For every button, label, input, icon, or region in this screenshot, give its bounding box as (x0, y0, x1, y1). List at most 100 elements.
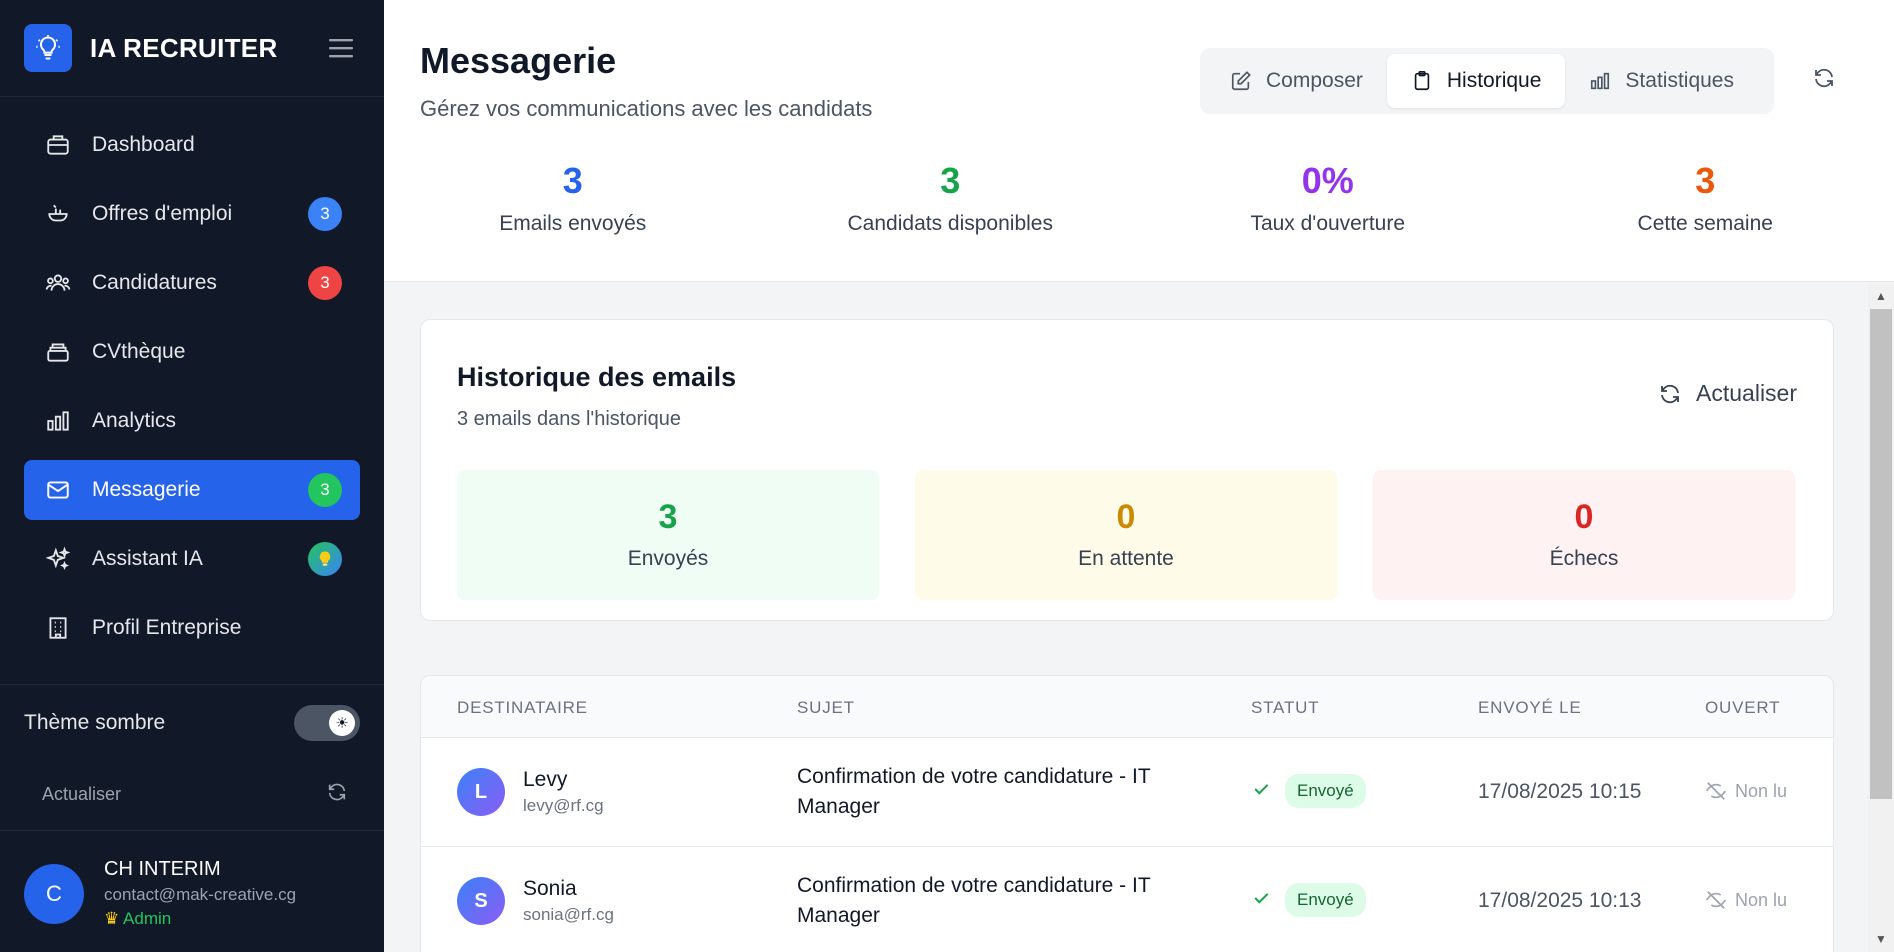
check-icon (1251, 779, 1271, 804)
theme-toggle-row: Thème sombre ☀ (24, 700, 360, 746)
tab-label: Statistiques (1625, 69, 1734, 92)
crown-icon: ♛ (104, 909, 120, 928)
theme-label: Thème sombre (24, 711, 166, 734)
sidebar-item-assistant-ia[interactable]: Assistant IA (24, 529, 360, 589)
email-history-table: DESTINATAIRE SUJET STATUT ENVOYÉ LE OUVE… (420, 675, 1834, 952)
sidebar-item-profil-entreprise[interactable]: Profil Entreprise (24, 598, 360, 658)
sidebar-item-label: Candidatures (92, 271, 217, 294)
stat-label: Candidats disponibles (847, 212, 1053, 235)
column-header: SUJET (797, 698, 855, 717)
sidebar-item-analytics[interactable]: Analytics (24, 391, 360, 451)
opened-status: Non lu (1705, 780, 1787, 802)
tab-historique[interactable]: Historique (1386, 54, 1566, 108)
user-role: ♛ Admin (104, 909, 296, 929)
pan-icon (44, 200, 72, 228)
recipient: Sonia sonia@rf.cg (523, 877, 614, 925)
card-subtitle: 3 emails dans l'historique (457, 408, 681, 430)
recipient: Levy levy@rf.cg (523, 768, 604, 816)
tab-statistiques[interactable]: Statistiques (1565, 54, 1758, 108)
sidebar-item-offres[interactable]: Offres d'emploi 3 (24, 184, 360, 244)
content-scrollbar[interactable]: ▲ ▼ (1868, 283, 1894, 952)
bar-chart-icon (44, 407, 72, 435)
sidebar-nav: Dashboard Offres d'emploi 3 Candidatures… (0, 97, 384, 658)
sidebar-item-label: Dashboard (92, 133, 195, 156)
column-header: OUVERT (1705, 698, 1781, 717)
refresh-icon (1658, 382, 1682, 406)
page-subtitle: Gérez vos communications avec les candid… (420, 96, 873, 121)
tab-composer[interactable]: Composer (1206, 54, 1387, 108)
count-badge: 3 (308, 473, 342, 507)
history-summary-card: Historique des emails 3 emails dans l'hi… (420, 319, 1834, 621)
sidebar: IA RECRUITER Dashboard Offres d'emploi 3… (0, 0, 384, 952)
user-profile[interactable]: C CH INTERIM contact@mak-creative.cg ♛ A… (24, 858, 360, 929)
table-row[interactable]: L Levy levy@rf.cg Confirmation de votre … (421, 738, 1833, 847)
stat-value: 0% (1301, 160, 1354, 201)
card-title: Historique des emails (457, 362, 737, 392)
avatar: L (457, 768, 505, 816)
mail-icon (44, 476, 72, 504)
tab-label: Historique (1446, 69, 1542, 92)
avatar: C (24, 863, 84, 924)
email-subject: Confirmation de votre candidature - IT M… (797, 874, 1151, 927)
summary-en-attente: 0 En attente (915, 470, 1337, 600)
archive-icon (44, 338, 72, 366)
scroll-down-icon[interactable]: ▼ (1868, 928, 1894, 950)
status: Envoyé (1251, 883, 1366, 917)
sidebar-item-candidatures[interactable]: Candidatures 3 (24, 253, 360, 313)
opened-status: Non lu (1705, 889, 1787, 911)
recipient-email: levy@rf.cg (523, 796, 604, 815)
lightbulb-icon (308, 542, 342, 576)
summary-label: En attente (1078, 547, 1174, 570)
building-icon (44, 614, 72, 642)
count-badge: 3 (308, 197, 342, 231)
refresh-label: Actualiser (1696, 380, 1797, 406)
sidebar-item-label: Offres d'emploi (92, 202, 233, 225)
user-name: CH INTERIM (104, 858, 221, 880)
menu-toggle-icon[interactable] (324, 30, 360, 66)
stat-value: 3 (562, 160, 583, 201)
page-header: Messagerie Gérez vos communications avec… (384, 0, 1894, 282)
sun-icon: ☀ (329, 710, 355, 736)
user-email: contact@mak-creative.cg (104, 885, 297, 904)
summary-envoyes: 3 Envoyés (457, 470, 879, 600)
eye-off-icon (1705, 889, 1727, 911)
page-title: Messagerie (420, 40, 617, 81)
avatar: S (457, 877, 505, 925)
theme-toggle[interactable]: ☀ (294, 705, 360, 741)
opened-label: Non lu (1735, 889, 1788, 910)
brand-name: IA RECRUITER (90, 32, 278, 63)
main-content: Historique des emails 3 emails dans l'hi… (384, 283, 1868, 952)
summary-echecs: 0 Échecs (1373, 470, 1795, 600)
user-role-label: Admin (123, 909, 172, 928)
stat-emails-envoyes: 3 Emails envoyés (384, 160, 762, 236)
bar-chart-icon (1589, 70, 1611, 92)
stat-value: 3 (1695, 160, 1716, 201)
stat-taux-ouverture: 0% Taux d'ouverture (1139, 160, 1517, 236)
email-subject: Confirmation de votre candidature - IT M… (797, 765, 1151, 818)
table-row[interactable]: S Sonia sonia@rf.cg Confirmation de votr… (421, 847, 1833, 952)
clipboard-icon (1411, 70, 1433, 92)
view-tabs: Composer Historique Statistiques (1200, 48, 1774, 114)
users-icon (44, 269, 72, 297)
sidebar-item-dashboard[interactable]: Dashboard (24, 115, 360, 175)
sidebar-item-messagerie[interactable]: Messagerie 3 (24, 460, 360, 520)
sent-date: 17/08/2025 10:13 (1478, 889, 1642, 912)
sidebar-item-label: Assistant IA (92, 547, 203, 570)
sidebar-refresh-label: Actualiser (42, 783, 122, 804)
refresh-icon[interactable] (326, 781, 348, 808)
sidebar-item-label: Messagerie (92, 478, 201, 501)
stat-candidats-disponibles: 3 Candidats disponibles (762, 160, 1140, 236)
scrollbar-thumb[interactable] (1870, 309, 1892, 799)
sidebar-refresh[interactable]: Actualiser (42, 776, 348, 812)
status: Envoyé (1251, 774, 1366, 808)
sidebar-item-cvtheque[interactable]: CVthèque (24, 322, 360, 382)
check-icon (1251, 888, 1271, 913)
eye-off-icon (1705, 780, 1727, 802)
summary-value: 0 (1116, 498, 1136, 536)
briefcase-icon (44, 131, 72, 159)
refresh-icon[interactable] (1812, 66, 1836, 95)
refresh-button[interactable]: Actualiser (1658, 380, 1797, 407)
lightbulb-logo-icon (24, 24, 72, 72)
scroll-up-icon[interactable]: ▲ (1868, 285, 1894, 307)
status-badge: Envoyé (1285, 883, 1366, 917)
